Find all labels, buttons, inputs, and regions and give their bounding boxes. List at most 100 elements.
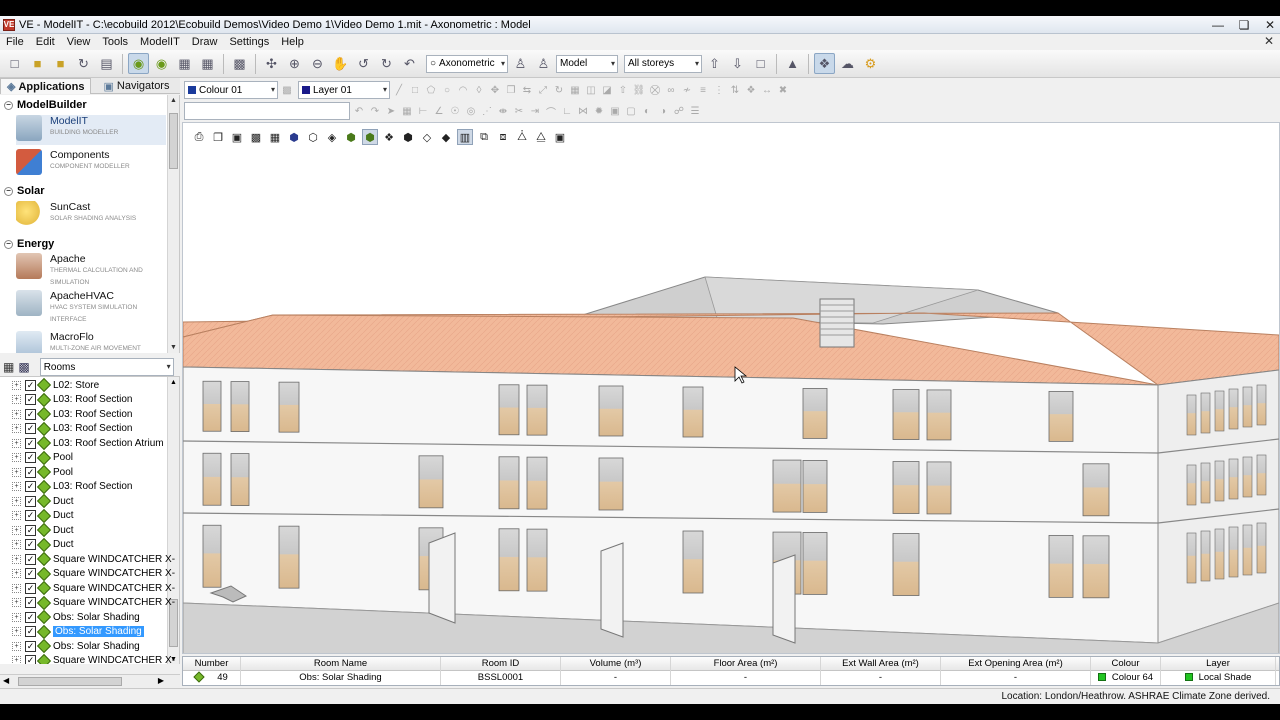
snap-icon[interactable]: ❖ — [744, 83, 758, 97]
room-tree-item[interactable]: + ✓ Pool — [0, 450, 73, 465]
room-tree-item[interactable]: + ✓ L03: Roof Section Atrium — [0, 435, 164, 451]
tracking-icon[interactable]: ⋰ — [480, 104, 494, 118]
grid-icon[interactable]: ▦ — [197, 53, 218, 74]
grid-view-icon[interactable]: ▦ — [3, 360, 14, 374]
room-tree-item[interactable]: + ✓ Square WINDCATCHER X- — [0, 566, 175, 581]
zoom-out-icon[interactable]: ⊖ — [307, 53, 328, 74]
scroll-up-icon[interactable]: ▲ — [170, 97, 177, 104]
zoom-previous-icon[interactable]: ↶ — [399, 53, 420, 74]
menu-edit[interactable]: Edit — [30, 36, 61, 48]
app-suncast[interactable]: SunCast SOLAR SHADING ANALYSIS — [16, 201, 166, 231]
room-tree-item[interactable]: + ✓ Duct — [0, 522, 74, 538]
draw-poly-icon[interactable]: ⬠ — [424, 83, 438, 97]
column-header[interactable]: Ext Opening Area (m²) — [941, 656, 1091, 671]
room-mode-icon[interactable]: ❖ — [814, 53, 835, 74]
expand-icon[interactable]: + — [12, 540, 21, 549]
visibility-checkbox[interactable]: ✓ — [25, 539, 36, 550]
merge-icon[interactable]: ◪ — [600, 83, 614, 97]
expand-icon[interactable]: + — [12, 453, 21, 462]
show-icon[interactable]: ◑ — [656, 104, 670, 118]
storey-up-icon[interactable]: ⇧ — [704, 53, 725, 74]
draw-circle-icon[interactable]: ○ — [440, 83, 454, 97]
attach-icon[interactable]: ⛓ — [632, 83, 646, 97]
new-file-icon[interactable]: □ — [4, 53, 25, 74]
north-arrow-icon[interactable]: ▲ — [782, 53, 803, 74]
select-tool-icon[interactable]: ◉ — [128, 53, 149, 74]
tab-applications[interactable]: ◈ Applications — [0, 78, 92, 94]
extend-icon[interactable]: ⇥ — [528, 104, 542, 118]
redo-icon[interactable]: ↷ — [368, 104, 382, 118]
menu-settings[interactable]: Settings — [223, 36, 275, 48]
offset-icon[interactable]: ⇼ — [496, 104, 510, 118]
visibility-checkbox[interactable]: ✓ — [25, 640, 36, 652]
link-icon[interactable]: ∞ — [664, 83, 678, 97]
maximize-icon[interactable]: ❏ — [1238, 18, 1250, 32]
visibility-checkbox[interactable]: ✓ — [25, 524, 36, 536]
layer-select[interactable]: Layer 01 ▾ — [298, 81, 390, 99]
column-header[interactable]: Volume (m³) — [561, 656, 671, 671]
visibility-checkbox[interactable]: ✓ — [25, 394, 36, 405]
visibility-checkbox[interactable]: ✓ — [25, 597, 36, 608]
mirror-icon[interactable]: ⇆ — [520, 83, 534, 97]
delete-icon[interactable]: ✖ — [776, 83, 790, 97]
visibility-checkbox[interactable]: ✓ — [25, 568, 36, 579]
rotate-icon[interactable]: ↺ — [353, 53, 374, 74]
entrance-panel-left[interactable] — [428, 532, 456, 624]
expand-icon[interactable]: + — [12, 511, 21, 520]
visibility-checkbox[interactable]: ✓ — [25, 466, 36, 478]
storey-down-icon[interactable]: ⇩ — [727, 53, 748, 74]
rooms-scrollbar[interactable]: ▲ ▼ — [167, 377, 179, 664]
visibility-checkbox[interactable]: ✓ — [25, 408, 36, 420]
polar-icon[interactable]: ☉ — [448, 104, 462, 118]
scroll-thumb[interactable] — [18, 677, 122, 686]
grid-snap-icon[interactable]: ▦ — [400, 104, 414, 118]
minimize-icon[interactable]: — — [1212, 18, 1224, 32]
room-tree-item[interactable]: + ✓ Square WINDCATCHER X- — [0, 653, 175, 664]
room-tree-item[interactable]: + ✓ Duct — [0, 508, 74, 523]
column-header[interactable]: Floor Area (m²) — [671, 656, 821, 671]
rooms-horizontal-scrollbar[interactable]: ◀ ▶ — [0, 674, 180, 688]
visibility-checkbox[interactable]: ✓ — [25, 481, 36, 492]
room-tree-item[interactable]: + ✓ Square WINDCATCHER X- — [0, 551, 175, 567]
table-row[interactable]: 49 Obs: Solar Shading BSSL0001 - - - - Colour 6… — [183, 671, 1279, 685]
ungroup-icon[interactable]: ▢ — [624, 104, 638, 118]
entrance-panel-right[interactable] — [600, 542, 624, 638]
trim-icon[interactable]: ✂ — [512, 104, 526, 118]
scroll-left-icon[interactable]: ◀ — [3, 676, 9, 685]
room-tree-item[interactable]: + ✓ Pool — [0, 464, 73, 480]
measure-icon[interactable]: ↔ — [760, 83, 774, 97]
group-modelbuilder[interactable]: − ModelBuilder — [4, 99, 87, 111]
move-icon[interactable]: ✥ — [488, 83, 502, 97]
expand-icon[interactable]: + — [12, 409, 21, 419]
scroll-thumb[interactable] — [169, 113, 178, 169]
split-icon[interactable]: ◫ — [584, 83, 598, 97]
tree-view-icon[interactable]: ▩ — [18, 360, 29, 374]
orbit-icon[interactable]: ↻ — [376, 53, 397, 74]
chamfer-icon[interactable]: ∟ — [560, 104, 574, 118]
group-solar[interactable]: − Solar — [4, 185, 45, 197]
page-icon[interactable]: □ — [750, 53, 771, 74]
scroll-up-icon[interactable]: ▲ — [170, 379, 177, 386]
scroll-down-icon[interactable]: ▼ — [170, 344, 177, 351]
expand-icon[interactable]: + — [12, 380, 21, 390]
entrance-panel-right2[interactable] — [772, 554, 796, 644]
collapse-icon[interactable]: − — [4, 100, 13, 110]
ortho-icon[interactable]: ⊢ — [416, 104, 430, 118]
building-model-render[interactable] — [183, 123, 1280, 654]
expand-icon[interactable]: + — [12, 525, 21, 535]
column-header[interactable]: Layer — [1161, 656, 1276, 671]
lock-icon[interactable]: ☍ — [672, 104, 686, 118]
extrude-icon[interactable]: ⇧ — [616, 83, 630, 97]
menu-tools[interactable]: Tools — [96, 36, 134, 48]
settings-gear-icon[interactable]: ⚙ — [860, 53, 881, 74]
room-tree-item[interactable]: + ✓ Obs: Solar Shading — [0, 609, 140, 625]
app-macroflo[interactable]: MacroFlo MULTI-ZONE AIR MOVEMENT — [16, 331, 166, 353]
distribute-icon[interactable]: ⋮ — [712, 83, 726, 97]
scale-icon[interactable]: ⤢ — [536, 83, 550, 97]
pan-icon[interactable]: ✋ — [330, 53, 351, 74]
open-folder-icon[interactable]: ■ — [27, 53, 48, 74]
refresh-icon[interactable]: ↻ — [73, 53, 94, 74]
unlink-icon[interactable]: ≁ — [680, 83, 694, 97]
undo-icon[interactable]: ↶ — [352, 104, 366, 118]
book-icon[interactable]: ▤ — [96, 53, 117, 74]
